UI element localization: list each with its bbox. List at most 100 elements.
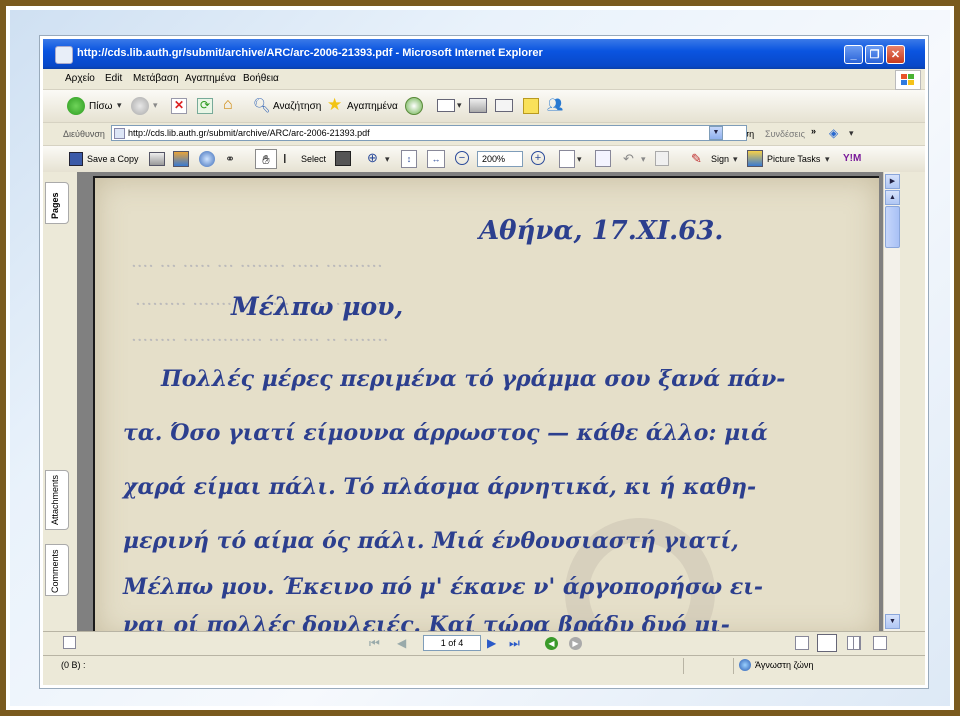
links-label[interactable]: Συνδέσεις xyxy=(765,129,805,139)
page-icon xyxy=(114,128,125,139)
mail-dropdown-icon[interactable]: ▾ xyxy=(457,100,462,111)
menu-help[interactable]: Βοήθεια xyxy=(243,73,279,84)
research-dropdown-icon[interactable]: ▾ xyxy=(849,128,854,139)
menu-bar: Αρχείο Edit Μετάβαση Αγαπημένα Βοήθεια xyxy=(43,69,925,90)
select-label[interactable]: Select xyxy=(301,154,326,164)
address-input[interactable]: http://cds.lib.auth.gr/submit/archive/AR… xyxy=(111,125,747,141)
facing-pages-icon[interactable] xyxy=(847,636,861,650)
tab-attachments-label: Attachments xyxy=(50,474,60,525)
email-pdf-icon[interactable] xyxy=(173,151,189,167)
picture-tasks-icon[interactable] xyxy=(747,150,763,167)
sign-label[interactable]: Sign xyxy=(711,154,729,164)
menu-file[interactable]: Αρχείο xyxy=(65,73,95,84)
scroll-down-icon[interactable]: ▼ xyxy=(885,614,900,629)
zoom-input[interactable]: 200% xyxy=(477,151,523,167)
previous-page-icon[interactable]: ◀ xyxy=(397,636,406,650)
menu-favorites[interactable]: Αγαπημένα xyxy=(185,73,236,84)
fit-width-icon[interactable]: ↔ xyxy=(427,150,445,168)
scroll-thumb[interactable] xyxy=(885,206,900,248)
zone-text: Άγνωστη ζώνη xyxy=(755,660,814,670)
history-icon[interactable] xyxy=(405,97,423,115)
stop-icon[interactable]: ✕ xyxy=(171,98,187,114)
tab-attachments[interactable]: Attachments xyxy=(45,470,69,530)
vertical-scrollbar[interactable]: ▶ ▲ ▼ xyxy=(883,172,901,631)
select-tool-icon[interactable]: I xyxy=(283,151,297,167)
picture-tasks-label[interactable]: Picture Tasks xyxy=(767,154,820,164)
messenger-icon[interactable]: 👥︎ xyxy=(547,96,567,114)
zoom-out-icon[interactable]: − xyxy=(455,151,469,165)
letter-line: τα. Όσο γιατί είμουνα άρρωστος — κάθε άλ… xyxy=(123,420,768,446)
forward-dropdown-icon[interactable]: ▾ xyxy=(153,100,158,111)
browser-window: http://cds.lib.auth.gr/submit/archive/AR… xyxy=(40,36,928,688)
save-disk-icon[interactable] xyxy=(69,152,83,166)
search-label[interactable]: Αναζήτηση xyxy=(273,101,321,112)
zoom-dropdown-icon[interactable]: ▾ xyxy=(385,154,390,165)
next-page-arrow-icon[interactable]: ▶ xyxy=(487,636,496,650)
next-view-icon[interactable]: ▶ xyxy=(569,637,582,650)
sign-pen-icon[interactable]: ✎ xyxy=(691,150,707,167)
zoom-plus-icon[interactable]: + xyxy=(531,151,545,165)
mail-icon[interactable] xyxy=(437,99,455,112)
page-number-input[interactable]: 1 of 4 xyxy=(423,635,481,651)
forward-arrow-icon[interactable] xyxy=(131,97,149,115)
pdf-page: ·········· ····· ········ ··· ····· ··· … xyxy=(93,176,879,631)
maximize-button[interactable]: ❐ xyxy=(865,45,884,64)
letter-line: Πολλές μέρες περιμένα τό γράμμα σου ξανά… xyxy=(161,366,786,392)
address-dropdown-button[interactable]: ▼ xyxy=(709,126,723,140)
letter-salutation: Μέλπω μου, xyxy=(231,292,404,321)
copy-icon[interactable] xyxy=(655,151,669,166)
sign-dropdown-icon[interactable]: ▾ xyxy=(733,154,738,165)
tab-pages[interactable]: Pages xyxy=(45,182,69,224)
yahoo-messenger-icon[interactable]: Y!M xyxy=(843,152,873,166)
chevron-right-icon[interactable]: » xyxy=(811,126,816,136)
scroll-up-icon[interactable]: ▲ xyxy=(885,190,900,205)
find-binoculars-icon[interactable]: ⚭ xyxy=(225,152,241,166)
web-icon[interactable] xyxy=(199,151,215,167)
next-page-icon[interactable]: ▶ xyxy=(885,174,900,189)
home-icon[interactable]: ⌂ xyxy=(223,97,241,115)
menu-go[interactable]: Μετάβαση xyxy=(133,73,179,84)
continuous-facing-icon[interactable] xyxy=(873,636,887,650)
hand-tool-icon[interactable]: ✋︎ xyxy=(255,149,277,169)
standard-toolbar: Πίσω ▾ ▾ ✕ ⟳ ⌂ 🔍︎ Αναζήτηση ★ Αγαπημένα … xyxy=(43,90,925,123)
actual-size-icon[interactable]: ↕ xyxy=(401,150,417,168)
zoom-in-icon[interactable]: ⊕ xyxy=(367,150,383,166)
first-page-icon[interactable]: ⏮ xyxy=(369,636,380,651)
search-icon[interactable]: 🔍︎ xyxy=(253,97,271,115)
continuous-page-icon[interactable] xyxy=(817,634,837,652)
research-icon[interactable]: ◈ xyxy=(829,126,845,141)
document-viewport[interactable]: ·········· ····· ········ ··· ····· ··· … xyxy=(77,172,883,631)
letter-line: ναι οί πολλές δουλειές. Καί τώρα βράδυ δ… xyxy=(123,612,730,631)
back-arrow-icon[interactable] xyxy=(67,97,85,115)
menu-edit[interactable]: Edit xyxy=(105,73,122,84)
refresh-icon[interactable]: ⟳ xyxy=(197,98,213,114)
print-icon[interactable] xyxy=(469,98,487,113)
navigation-pane: Pages Attachments Comments xyxy=(43,172,78,631)
back-label[interactable]: Πίσω xyxy=(89,101,112,112)
right-margin xyxy=(900,172,925,631)
close-button[interactable]: ✕ xyxy=(886,45,905,64)
address-label: Διεύθυνση xyxy=(63,129,105,139)
bleed-through-text: ·········· ····· ········ ··· ····· ··· … xyxy=(131,256,383,277)
snapshot-icon[interactable] xyxy=(335,151,351,166)
previous-view-icon[interactable]: ◀ xyxy=(545,637,558,650)
back-dropdown-icon[interactable]: ▾ xyxy=(117,100,122,111)
minimize-button[interactable]: _ xyxy=(844,45,863,64)
print-pdf-icon[interactable] xyxy=(149,152,165,166)
rotate-pages-icon[interactable] xyxy=(559,150,575,168)
options-menu-icon[interactable] xyxy=(63,636,76,649)
favorites-star-icon[interactable]: ★ xyxy=(327,96,345,114)
rotate-dropdown-icon[interactable]: ▾ xyxy=(577,154,582,165)
title-bar: http://cds.lib.auth.gr/submit/archive/AR… xyxy=(43,39,925,69)
undo-icon[interactable]: ↶ xyxy=(623,150,641,167)
save-copy-label[interactable]: Save a Copy xyxy=(87,154,139,164)
picture-tasks-dropdown-icon[interactable]: ▾ xyxy=(825,154,830,165)
undo-dropdown-icon[interactable]: ▾ xyxy=(641,154,646,165)
spellcheck-icon[interactable] xyxy=(595,150,611,167)
discuss-icon[interactable] xyxy=(523,98,539,114)
last-page-icon[interactable]: ⏭ xyxy=(509,636,520,651)
edit-icon[interactable] xyxy=(495,99,513,112)
single-page-icon[interactable] xyxy=(795,636,809,650)
favorites-label[interactable]: Αγαπημένα xyxy=(347,101,398,112)
tab-comments[interactable]: Comments xyxy=(45,544,69,596)
